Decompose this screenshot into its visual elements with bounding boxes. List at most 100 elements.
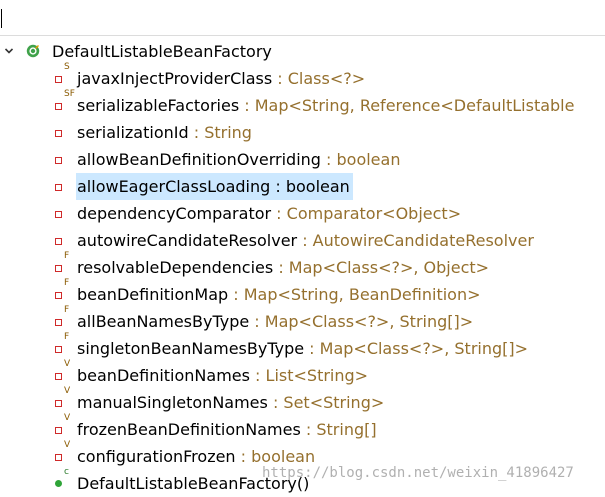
member-type: : boolean — [320, 150, 401, 169]
tree-node-root[interactable]: DefaultListableBeanFactory — [0, 38, 605, 65]
member-type: : Map<Class<?>, Object> — [273, 258, 490, 277]
member-name: singletonBeanNamesByType — [77, 339, 305, 358]
tree-node-field[interactable]: serializationId : String — [0, 119, 605, 146]
private-field-icon — [55, 157, 62, 164]
modifier-badge: V — [64, 359, 71, 369]
private-field-icon — [55, 265, 62, 272]
member-label: beanDefinitionNames : List<String> — [76, 362, 371, 389]
modifier-badge: V — [64, 413, 71, 423]
private-field-icon — [55, 130, 62, 137]
modifier-badge: F — [64, 251, 70, 261]
member-name: manualSingletonNames — [77, 393, 268, 412]
member-type: : Comparator<Object> — [271, 204, 462, 223]
private-field-icon — [55, 211, 62, 218]
chevron-down-icon[interactable] — [5, 47, 13, 55]
tree-node-field[interactable]: dependencyComparator : Comparator<Object… — [0, 200, 605, 227]
member-type: : Set<String> — [267, 393, 385, 412]
member-name: configurationFrozen — [77, 447, 236, 466]
modifier-badge: F — [64, 278, 70, 288]
tree-node-field[interactable]: FresolvableDependencies : Map<Class<?>, … — [0, 251, 605, 281]
private-field-icon — [55, 292, 62, 299]
member-icon-wrap — [55, 119, 77, 146]
member-name: beanDefinitionNames — [77, 366, 250, 385]
member-name: allowEagerClassLoading — [77, 177, 271, 196]
tree-node-field[interactable]: VmanualSingletonNames : Set<String> — [0, 386, 605, 416]
private-field-icon — [55, 400, 62, 407]
member-label: javaxInjectProviderClass : Class<?> — [76, 65, 368, 92]
private-field-icon — [55, 238, 62, 245]
member-name: serializableFactories — [77, 96, 240, 115]
tree-node-field[interactable]: VfrozenBeanDefinitionNames : String[] — [0, 413, 605, 443]
member-name: dependencyComparator — [77, 204, 272, 223]
private-field-icon — [55, 427, 62, 434]
member-label: dependencyComparator : Comparator<Object… — [76, 200, 464, 227]
member-label: allBeanNamesByType : Map<Class<?>, Strin… — [76, 308, 476, 335]
member-label: singletonBeanNamesByType : Map<Class<?>,… — [76, 335, 531, 362]
private-field-icon — [55, 76, 62, 83]
member-type: : boolean — [270, 177, 350, 196]
member-label: allowBeanDefinitionOverriding : boolean — [76, 146, 403, 173]
public-method-icon — [55, 480, 62, 487]
member-type: : List<String> — [249, 366, 369, 385]
member-label: beanDefinitionMap : Map<String, BeanDefi… — [76, 281, 484, 308]
member-label: frozenBeanDefinitionNames : String[] — [76, 416, 380, 443]
modifier-badge: c — [64, 467, 69, 477]
member-label: resolvableDependencies : Map<Class<?>, O… — [76, 254, 492, 281]
tree-node-field[interactable]: SF serializableFactories : Map<String, Re… — [0, 89, 605, 119]
member-name: resolvableDependencies — [77, 258, 274, 277]
member-type: : AutowireCandidateResolver — [297, 231, 534, 250]
member-name: serializationId — [77, 123, 189, 142]
member-name: javaxInjectProviderClass — [77, 69, 273, 88]
modifier-badge: S — [64, 62, 70, 72]
modifier-badge: SF — [64, 89, 75, 99]
modifier-badge: F — [64, 332, 70, 342]
tree-node-field[interactable]: allowBeanDefinitionOverriding : boolean — [0, 146, 605, 173]
member-icon-wrap — [55, 200, 77, 227]
member-name: autowireCandidateResolver — [77, 231, 298, 250]
member-label: serializableFactories : Map<String, Refe… — [76, 92, 577, 119]
member-type: : Map<String, BeanDefinition> — [228, 285, 481, 304]
member-label: serializationId : String — [76, 119, 255, 146]
private-field-icon — [55, 454, 62, 461]
member-list: SjavaxInjectProviderClass : Class<?> SF se… — [0, 62, 605, 497]
member-label: autowireCandidateResolver : AutowireCand… — [76, 227, 537, 254]
member-type: : Map<String, Reference<DefaultListable — [239, 96, 575, 115]
filter-input[interactable] — [0, 0, 605, 34]
tree-node-field[interactable]: SjavaxInjectProviderClass : Class<?> — [0, 62, 605, 92]
member-type: : boolean — [235, 447, 316, 466]
member-type: : Map<Class<?>, String[]> — [249, 312, 474, 331]
tree-node-field[interactable]: FallBeanNamesByType : Map<Class<?>, Stri… — [0, 305, 605, 335]
tree-node-field[interactable]: FsingletonBeanNamesByType : Map<Class<?>… — [0, 332, 605, 362]
text-caret — [1, 9, 2, 28]
member-icon-wrap — [55, 146, 77, 173]
watermark: https://blog.csdn.net/weixin_41896427 — [262, 465, 574, 481]
member-type: : String[] — [300, 420, 377, 439]
tree-node-field[interactable]: autowireCandidateResolver : AutowireCand… — [0, 227, 605, 254]
private-field-icon — [55, 103, 62, 110]
member-name: allowBeanDefinitionOverriding — [77, 150, 321, 169]
member-name: frozenBeanDefinitionNames — [77, 420, 301, 439]
member-type: : String — [188, 123, 252, 142]
modifier-badge: V — [64, 386, 71, 396]
member-label: manualSingletonNames : Set<String> — [76, 389, 387, 416]
private-field-icon — [55, 373, 62, 380]
modifier-badge: F — [64, 305, 70, 315]
outline-tree: DefaultListableBeanFactory SjavaxInjectP… — [0, 38, 605, 497]
private-field-icon — [55, 346, 62, 353]
member-type: : Class<?> — [272, 69, 366, 88]
filter-bar — [0, 0, 605, 36]
member-icon-wrap: SF — [55, 89, 77, 119]
modifier-badge: V — [64, 440, 71, 450]
tree-node-field[interactable]: allowEagerClassLoading : boolean — [0, 173, 605, 200]
tree-node-field[interactable]: FbeanDefinitionMap : Map<String, BeanDef… — [0, 278, 605, 308]
class-icon — [26, 44, 40, 58]
member-icon-wrap — [55, 173, 77, 200]
member-name: beanDefinitionMap — [77, 285, 229, 304]
tree-node-field[interactable]: VbeanDefinitionNames : List<String> — [0, 359, 605, 389]
private-field-icon — [55, 319, 62, 326]
member-name: allBeanNamesByType — [77, 312, 250, 331]
member-label: allowEagerClassLoading : boolean — [76, 173, 353, 200]
private-field-icon — [55, 184, 62, 191]
member-type: : Map<Class<?>, String[]> — [304, 339, 529, 358]
member-icon-wrap: c — [55, 467, 77, 497]
